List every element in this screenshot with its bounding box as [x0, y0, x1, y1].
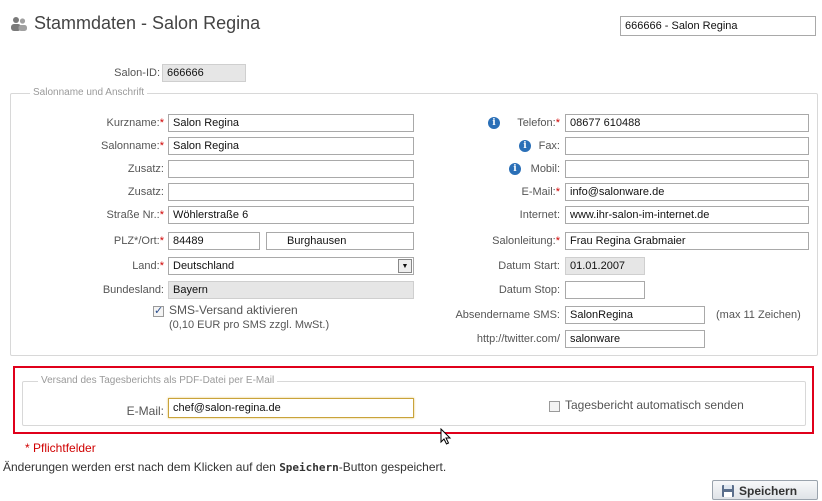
zusatz-field-1[interactable]	[168, 160, 414, 178]
report-email-label: E-Mail:	[126, 404, 164, 418]
save-button[interactable]: Speichern	[712, 480, 818, 500]
save-notice: Änderungen werden erst nach dem Klicken …	[3, 460, 447, 474]
users-icon	[10, 16, 28, 32]
report-email-field[interactable]: chef@salon-regina.de	[168, 398, 414, 418]
land-label: Land:*	[132, 260, 164, 272]
email-label: E-Mail:*	[521, 186, 560, 198]
salonname-label: Salonname:*	[101, 140, 164, 152]
absendername-hint: (max 11 Zeichen)	[716, 309, 801, 321]
kurzname-label: Kurzname:*	[106, 117, 164, 129]
absendername-label: Absendername SMS:	[455, 309, 560, 321]
twitter-label: http://twitter.com/	[476, 333, 560, 345]
zusatz-label-2: Zusatz:	[127, 186, 164, 198]
datum-start-label: Datum Start:	[498, 260, 560, 272]
strasse-label: Straße Nr.:*	[106, 209, 164, 221]
save-icon	[721, 484, 735, 501]
zusatz-field-2[interactable]	[168, 183, 414, 201]
ort-field[interactable]: Burghausen	[266, 232, 414, 250]
mobil-label: Mobil:	[530, 163, 560, 175]
page-title: Stammdaten - Salon Regina	[34, 13, 261, 33]
bundesland-field: Bayern	[168, 281, 414, 299]
zusatz-label-1: Zusatz:	[127, 163, 164, 175]
email-field[interactable]: info@salonware.de	[565, 183, 809, 201]
mobil-field[interactable]	[565, 160, 809, 178]
sms-price-note: (0,10 EUR pro SMS zzgl. MwSt.)	[169, 319, 330, 331]
salon-id-field: 666666	[162, 64, 246, 82]
required-note: * Pflichtfelder	[25, 441, 96, 455]
land-select[interactable]: Deutschland ▼	[168, 257, 414, 275]
salon-id-label: Salon-ID:	[114, 67, 160, 79]
datum-stop-label: Datum Stop:	[498, 284, 560, 296]
auto-send-checkbox[interactable]	[549, 401, 560, 412]
internet-field[interactable]: www.ihr-salon-im-internet.de	[565, 206, 809, 224]
telefon-label: Telefon:*	[517, 117, 560, 129]
land-select-value: Deutschland	[173, 260, 235, 272]
twitter-field[interactable]: salonware	[565, 330, 705, 348]
bundesland-label: Bundesland:	[102, 284, 164, 296]
salon-selector[interactable]: 666666 - Salon Regina	[620, 16, 816, 36]
fax-field[interactable]	[565, 137, 809, 155]
fax-label: Fax:	[538, 140, 560, 152]
salonleitung-field[interactable]: Frau Regina Grabmaier	[565, 232, 809, 250]
datum-start-field: 01.01.2007	[565, 257, 645, 275]
kurzname-field[interactable]: Salon Regina	[168, 114, 414, 132]
absendername-field[interactable]: SalonRegina	[565, 306, 705, 324]
sms-label: SMS-Versand aktivieren	[169, 303, 298, 317]
plz-field[interactable]: 84489	[168, 232, 260, 250]
salonleitung-label: Salonleitung:*	[492, 235, 560, 247]
address-legend: Salonname und Anschrift	[30, 87, 148, 98]
mouse-cursor-icon	[440, 427, 452, 449]
auto-send-label: Tagesbericht automatisch senden	[565, 398, 744, 412]
save-button-label: Speichern	[739, 484, 798, 498]
datum-stop-field[interactable]	[565, 281, 645, 299]
telefon-field[interactable]: 08677 610488	[565, 114, 809, 132]
chevron-down-icon[interactable]: ▼	[398, 259, 412, 273]
sms-checkbox[interactable]	[153, 304, 164, 317]
page-header: Stammdaten - Salon Regina	[10, 12, 430, 36]
strasse-field[interactable]: Wöhlerstraße 6	[168, 206, 414, 224]
internet-label: Internet:	[519, 209, 560, 221]
salonname-field[interactable]: Salon Regina	[168, 137, 414, 155]
plz-ort-label: PLZ*/Ort:*	[113, 235, 164, 247]
report-legend: Versand des Tagesberichts als PDF-Datei …	[38, 375, 278, 386]
